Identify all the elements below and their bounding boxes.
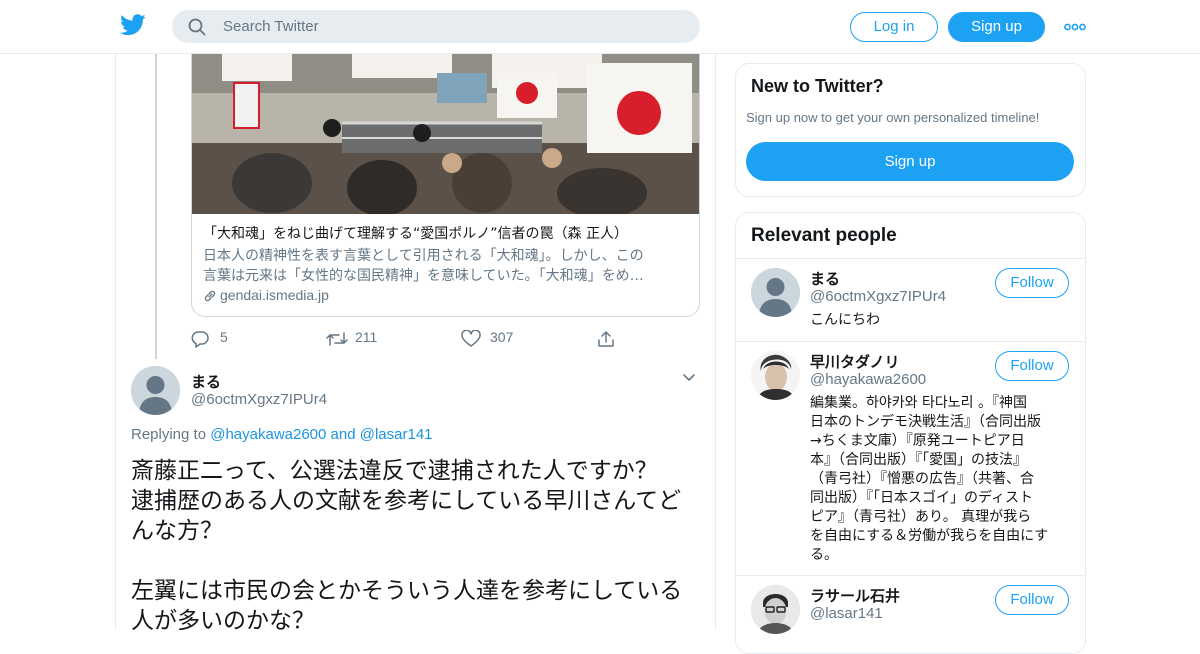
person-name[interactable]: 早川タダノリ xyxy=(810,351,900,372)
chevron-down-icon[interactable] xyxy=(682,373,696,383)
tweet-text-line: 左翼には市民の会とかそういう人達を参考にしている xyxy=(131,578,683,604)
author-handle[interactable]: @6octmXgxz7IPUr4 xyxy=(191,391,327,408)
mention-link[interactable]: @hayakawa2600 xyxy=(210,426,326,443)
module-subtitle: Sign up now to get your own personalized… xyxy=(746,110,1040,125)
top-navigation-bar: Search Twitter Log in Sign up xyxy=(0,0,1200,54)
person-item[interactable]: まる @6octmXgxz7IPUr4 Follow こんにちわ xyxy=(736,258,1085,341)
person-handle[interactable]: @hayakawa2600 xyxy=(810,371,926,388)
person-bio: こんにちわ xyxy=(810,312,880,328)
avatar[interactable] xyxy=(131,366,180,415)
avatar[interactable] xyxy=(751,351,800,400)
bio-line: 編集業。하야카와 타다노리 。『神国 xyxy=(810,395,1027,411)
login-button[interactable]: Log in xyxy=(850,12,938,42)
tweet-text: 斎藤正二って、公選法違反で逮捕された人ですか？ 逮捕歴のある人の文献を参考にして… xyxy=(131,456,706,630)
like-count: 307 xyxy=(490,329,514,345)
tweet-text-line: 逮捕歴のある人の文献を参考にしている早川さんてど xyxy=(131,488,682,514)
share-action[interactable] xyxy=(596,328,618,350)
link-preview-card[interactable]: 「大和魂」をねじ曲げて理解する“愛国ポルノ”信者の罠（森 正人） 日本人の精神性… xyxy=(191,53,700,317)
bio-line: ピア』（青弓社）あり。 真理が我ら xyxy=(810,509,1032,525)
avatar[interactable] xyxy=(751,268,800,317)
main-timeline-column: 「大和魂」をねじ曲げて理解する“愛国ポルノ”信者の罠（森 正人） 日本人の精神性… xyxy=(115,53,716,630)
card-photo-image xyxy=(192,53,699,214)
follow-button[interactable]: Follow xyxy=(995,268,1069,298)
heart-icon xyxy=(461,330,481,347)
replying-and: and xyxy=(330,426,356,443)
search-bar[interactable]: Search Twitter xyxy=(172,10,700,43)
more-options-icon[interactable] xyxy=(1064,23,1086,31)
default-avatar-icon xyxy=(751,268,800,317)
bio-line: 同出版）『「日本スゴイ」のディスト xyxy=(810,490,1034,506)
bio-line: →ちくま文庫）『原発ユートピア日 xyxy=(810,433,1025,449)
reply-icon xyxy=(191,331,209,348)
reply-count: 5 xyxy=(220,329,228,345)
person-name[interactable]: まる xyxy=(810,268,840,289)
share-icon xyxy=(598,331,614,347)
new-to-twitter-module: New to Twitter? Sign up now to get your … xyxy=(735,63,1086,197)
module-title: New to Twitter? xyxy=(751,76,884,96)
search-input[interactable]: Search Twitter xyxy=(223,18,319,35)
search-icon xyxy=(188,18,206,36)
replying-to-line: Replying to @hayakawa2600 and @lasar141 xyxy=(131,426,433,443)
tweet-text-line: 人が多いのかな？ xyxy=(131,608,315,630)
person-name[interactable]: ラサール石井 xyxy=(810,585,900,606)
tweet-action-bar: 5 211 307 xyxy=(191,328,651,350)
bio-line: 本』（合同出版）『「愛国」の技法』 xyxy=(810,452,1027,468)
person-item[interactable]: ラサール石井 @lasar141 Follow xyxy=(736,575,1085,653)
twitter-bird-icon[interactable] xyxy=(120,14,146,36)
sidebar-signup-button[interactable]: Sign up xyxy=(746,142,1074,181)
retweet-count: 211 xyxy=(355,329,378,345)
tweet-text-line: んな方？ xyxy=(131,518,223,544)
follow-button[interactable]: Follow xyxy=(995,351,1069,381)
person-item[interactable]: 早川タダノリ @hayakawa2600 Follow 編集業。하야카와 타다노… xyxy=(736,341,1085,575)
default-avatar-icon xyxy=(131,366,180,415)
author-name[interactable]: まる xyxy=(191,371,221,392)
person-bio: 編集業。하야카와 타다노리 。『神国 日本のトンデモ決戦生活』（合同出版 →ちく… xyxy=(810,394,1072,565)
card-description-line: 言葉は元来は「女性的な国民精神」を意味していた。「大和魂」をめ… xyxy=(203,268,644,284)
bio-line: （青弓社）『憎悪の広告』（共著、合 xyxy=(810,471,1034,487)
avatar[interactable] xyxy=(751,585,800,634)
card-description-line: 日本人の精神性を表す言葉として引用される「大和魂」。しかし、この xyxy=(203,248,644,264)
follow-button[interactable]: Follow xyxy=(995,585,1069,615)
mention-link[interactable]: @lasar141 xyxy=(360,426,433,443)
relevant-people-module: Relevant people まる @6octmXgxz7IPUr4 Foll… xyxy=(735,212,1086,654)
card-title: 「大和魂」をねじ曲げて理解する“愛国ポルノ”信者の罠（森 正人） xyxy=(203,226,628,242)
thread-connector-line xyxy=(155,53,157,359)
person-handle[interactable]: @lasar141 xyxy=(810,605,883,622)
retweet-icon xyxy=(326,332,348,346)
bio-line: る。 xyxy=(810,547,838,563)
module-title: Relevant people xyxy=(751,225,897,246)
bio-line: 日本のトンデモ決戦生活』（合同出版 xyxy=(810,414,1041,430)
signup-button[interactable]: Sign up xyxy=(948,12,1045,42)
person-handle[interactable]: @6octmXgxz7IPUr4 xyxy=(810,288,946,305)
card-domain-text: gendai.ismedia.jp xyxy=(220,287,329,303)
profile-photo-avatar xyxy=(751,585,800,634)
link-icon xyxy=(204,290,216,302)
bio-line: を自由にする＆労働が我らを自由にす xyxy=(810,528,1049,544)
tweet-text-line: 斎藤正二って、公選法違反で逮捕された人ですか？ xyxy=(131,458,658,484)
card-description: 日本人の精神性を表す言葉として引用される「大和魂」。しかし、この 言葉は元来は「… xyxy=(203,246,689,286)
card-domain: gendai.ismedia.jp xyxy=(203,287,329,303)
profile-photo-avatar xyxy=(751,351,800,400)
replying-to-label: Replying to xyxy=(131,426,207,443)
